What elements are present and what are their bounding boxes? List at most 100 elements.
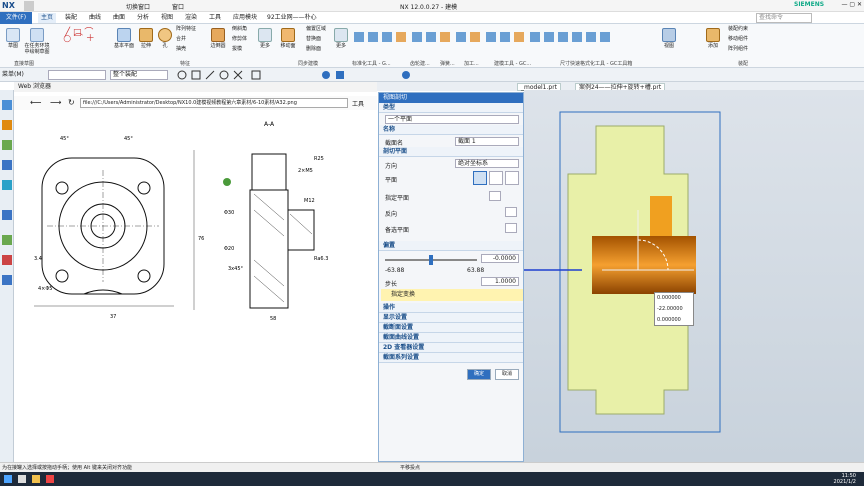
section-name-label: 截面名	[385, 140, 404, 147]
direction-select[interactable]: 绝对坐标系	[455, 159, 519, 168]
window-controls[interactable]: — ▢ ✕	[841, 1, 862, 8]
offset-header[interactable]: 偏置	[379, 241, 523, 251]
reverse-button[interactable]	[505, 207, 517, 217]
alt-plane-button[interactable]	[505, 223, 517, 233]
window-menu[interactable]: 窗口	[172, 2, 184, 11]
unite-button[interactable]: 合并	[176, 36, 206, 42]
tab-tools[interactable]: 工具	[206, 13, 224, 23]
specify-plane-button[interactable]	[489, 191, 501, 201]
dim-hole: 4×Φ5	[38, 286, 53, 292]
section-name-field[interactable]: 截面 1	[455, 137, 519, 146]
web-browser-header: Web 浏览器	[14, 82, 377, 92]
offset-slider-handle[interactable]	[429, 255, 433, 265]
clock: 11:50 2021/1/2	[834, 473, 856, 485]
type-filter-select[interactable]	[48, 70, 106, 80]
group-spring: 弹簧...	[440, 61, 455, 67]
menu-button[interactable]: 菜单(M)	[2, 70, 24, 80]
resource-bar-icons[interactable]	[0, 90, 14, 290]
toolbox-icon-strip[interactable]	[352, 30, 652, 50]
section-series-settings-section[interactable]: 截面系列设置	[379, 353, 523, 363]
switch-window-button[interactable]: 切换窗口	[126, 2, 150, 11]
tools-menu[interactable]: 工具	[352, 99, 364, 108]
file-menu-button[interactable]: 文件(F)	[0, 12, 32, 24]
display-settings-section[interactable]: 显示设置	[379, 313, 523, 323]
ribbon-tabs: 文件(F) 主页 装配 曲线 曲面 分析 视图 渲染 工具 应用模块 92工业网…	[0, 12, 864, 24]
tab-view[interactable]: 视图	[158, 13, 176, 23]
operation-section[interactable]: 操作	[379, 303, 523, 313]
more-features-button[interactable]: 更多	[258, 28, 272, 49]
add-component-button[interactable]: 添加	[704, 28, 722, 49]
plane-label: 平面	[385, 177, 398, 184]
move-face-button[interactable]: 移动面	[278, 28, 298, 49]
edge-blend-button[interactable]: 边倒圆	[208, 28, 228, 49]
forward-arrow-icon[interactable]: ⟶	[50, 98, 61, 107]
viewer-2d-settings-section[interactable]: 2D 查看器设置	[379, 343, 523, 353]
search-input[interactable]: 查找命令	[756, 13, 812, 23]
group-modeling-tools: 建模工具 - GC...	[494, 61, 532, 67]
url-field[interactable]: file:///C:/Users/Administrator/Desktop/N…	[80, 98, 348, 108]
move-face-icon	[281, 28, 295, 42]
name-section-header[interactable]: 名称	[379, 125, 523, 135]
sketch-curve-tools[interactable]: ╱ □ ⌒ ○ ⌒ ＋	[56, 29, 102, 52]
step-field[interactable]: 1.0000	[481, 277, 519, 286]
datum-plane-button[interactable]: 基本平面	[112, 28, 136, 49]
x-coord-field[interactable]: 0.000000	[655, 293, 693, 304]
specify-transform-row[interactable]: 指定变换	[381, 289, 523, 301]
graphics-viewport[interactable]: 0.000000 -22.00000 0.000000	[524, 90, 864, 462]
plane-x-button[interactable]	[473, 171, 487, 185]
y-coord-field[interactable]: -22.00000	[655, 304, 693, 315]
cancel-button[interactable]: 取消	[495, 369, 519, 380]
back-arrow-icon[interactable]: ⟵	[30, 98, 41, 107]
tab-analysis[interactable]: 分析	[134, 13, 152, 23]
cursor-marker	[223, 178, 231, 186]
pattern-feature-button[interactable]: 阵列特征	[176, 26, 206, 32]
datum-plane-icon	[117, 28, 131, 42]
snap-toolbar-icons[interactable]	[176, 69, 596, 81]
sketch-button[interactable]: 草图	[4, 28, 22, 49]
type-section-header[interactable]: 类型	[379, 103, 523, 113]
quick-access-icon[interactable]	[24, 1, 34, 11]
title-bar: NX 切换窗口 窗口 NX 12.0.0.27 - 建模 SIEMENS — ▢…	[0, 0, 864, 12]
assembly-constraint-button[interactable]: 装配约束	[728, 26, 768, 32]
dim-chamfer: 3x45°	[228, 266, 244, 272]
tab-assembly[interactable]: 装配	[62, 13, 80, 23]
cut-plane-header[interactable]: 剖切平面	[379, 147, 523, 157]
shell-button[interactable]: 抽壳	[176, 46, 206, 52]
ok-button[interactable]: 确定	[467, 369, 491, 380]
tab-applications[interactable]: 应用模块	[230, 13, 260, 23]
tab-render[interactable]: 渲染	[182, 13, 200, 23]
pattern-component-button[interactable]: 阵列组件	[728, 46, 768, 52]
replace-face-button[interactable]: 替换面	[306, 36, 336, 42]
start-icon[interactable]	[4, 475, 12, 483]
view-button[interactable]: 视图	[660, 28, 678, 49]
extrude-button[interactable]: 拉伸	[138, 28, 154, 49]
more-sync-button[interactable]: 更多	[334, 28, 348, 49]
z-coord-field[interactable]: 0.000000	[655, 315, 693, 326]
section-curve-settings-section[interactable]: 截面曲线设置	[379, 333, 523, 343]
assembly-scope-select[interactable]: 整个装配	[110, 70, 168, 80]
dim-angle-1: 45°	[60, 136, 69, 142]
refresh-icon[interactable]: ↻	[68, 98, 75, 107]
plane-z-button[interactable]	[505, 171, 519, 185]
group-feature: 特征	[180, 61, 191, 67]
hole-button[interactable]: 孔	[158, 28, 172, 49]
offset-region-button[interactable]: 偏置区域	[306, 26, 336, 32]
explorer-icon[interactable]	[32, 475, 40, 483]
plane-y-button[interactable]	[489, 171, 503, 185]
offset-value-field[interactable]: -0.0000	[481, 254, 519, 263]
group-assembly: 装配	[738, 61, 749, 67]
coordinate-input-box[interactable]: 0.000000 -22.00000 0.000000	[654, 292, 694, 326]
window-title: NX 12.0.0.27 - 建模	[400, 4, 458, 11]
cut-face-settings-section[interactable]: 截断面设置	[379, 323, 523, 333]
move-component-button[interactable]: 移动组件	[728, 36, 768, 42]
tab-home[interactable]: 主页	[38, 13, 57, 23]
tab-surface[interactable]: 曲面	[110, 13, 128, 23]
sketch-in-task-button[interactable]: 在任务环境中绘制草图	[24, 28, 50, 55]
search-taskbar-icon[interactable]	[18, 475, 26, 483]
dialog-title: 视图剖切	[379, 93, 523, 103]
tab-92-industry[interactable]: 92工业网——朴心	[264, 13, 320, 23]
delete-face-button[interactable]: 删除面	[306, 46, 336, 52]
app-icon[interactable]	[46, 475, 54, 483]
tab-curve[interactable]: 曲线	[86, 13, 104, 23]
type-select[interactable]: 一个平面	[385, 115, 519, 124]
